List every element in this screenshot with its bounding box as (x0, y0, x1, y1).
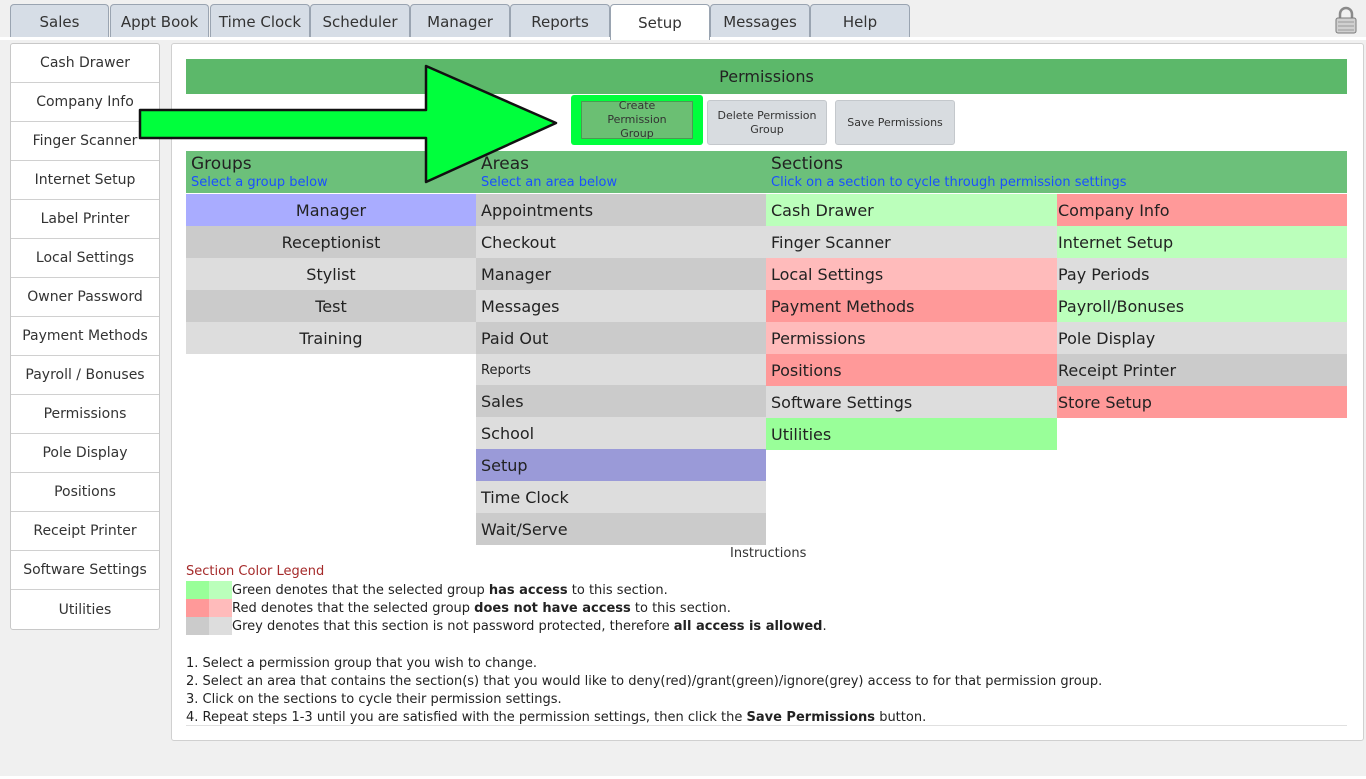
legend-red-swatch-light (209, 599, 232, 617)
sidebar-item-local-settings[interactable]: Local Settings (11, 239, 159, 278)
section-store-setup[interactable]: Store Setup (1057, 386, 1347, 418)
legend-red-text: Red denotes that the selected group does… (232, 600, 731, 616)
group-item-test[interactable]: Test (186, 290, 476, 322)
section-pay-periods[interactable]: Pay Periods (1057, 258, 1347, 290)
tab-messages[interactable]: Messages (710, 4, 810, 38)
section-payment-methods[interactable]: Payment Methods (766, 290, 1057, 322)
legend-green-swatch-light (209, 581, 232, 599)
sidebar-item-utilities[interactable]: Utilities (11, 590, 159, 629)
section-finger-scanner[interactable]: Finger Scanner (766, 226, 1057, 258)
legend-grey-row: Grey denotes that this section is not pa… (186, 617, 827, 635)
area-item-manager[interactable]: Manager (476, 258, 766, 290)
group-item-training[interactable]: Training (186, 322, 476, 354)
section-payroll-bonuses[interactable]: Payroll/Bonuses (1057, 290, 1347, 322)
sidebar-item-payment-methods[interactable]: Payment Methods (11, 317, 159, 356)
legend-grey-text: Grey denotes that this section is not pa… (232, 618, 827, 634)
divider (186, 725, 1347, 726)
top-tab-bar: Sales Appt Book Time Clock Scheduler Man… (0, 0, 1366, 40)
create-permission-group-button[interactable]: Create Permission Group (571, 95, 703, 145)
area-item-sales[interactable]: Sales (476, 385, 766, 417)
section-pole-display[interactable]: Pole Display (1057, 322, 1347, 354)
lock-icon[interactable] (1335, 6, 1357, 34)
area-item-setup[interactable]: Setup (476, 449, 766, 481)
area-item-messages[interactable]: Messages (476, 290, 766, 322)
section-local-settings[interactable]: Local Settings (766, 258, 1057, 290)
legend-green-text: Green denotes that the selected group ha… (232, 582, 668, 598)
instruction-steps: 1. Select a permission group that you wi… (186, 655, 1102, 727)
tab-setup[interactable]: Setup (610, 4, 710, 40)
tab-appt-book[interactable]: Appt Book (110, 4, 209, 38)
step-3: 3. Click on the sections to cycle their … (186, 692, 562, 707)
create-permission-group-label: Create Permission Group (581, 99, 693, 140)
legend-red-row: Red denotes that the selected group does… (186, 599, 731, 617)
area-item-reports[interactable]: Reports (476, 354, 766, 386)
section-utilities[interactable]: Utilities (766, 418, 1057, 450)
legend-grey-swatch-light (209, 617, 232, 635)
legend-title: Section Color Legend (186, 564, 325, 579)
legend-grey-swatch-dark (186, 617, 209, 635)
legend-green-row: Green denotes that the selected group ha… (186, 581, 668, 599)
section-positions[interactable]: Positions (766, 354, 1057, 386)
sidebar-item-payroll-bonuses[interactable]: Payroll / Bonuses (11, 356, 159, 395)
group-item-receptionist[interactable]: Receptionist (186, 226, 476, 258)
sections-hint: Click on a section to cycle through perm… (771, 175, 1127, 190)
sidebar-item-label-printer[interactable]: Label Printer (11, 200, 159, 239)
legend-red-swatch-dark (186, 599, 209, 617)
section-company-info[interactable]: Company Info (1057, 194, 1347, 226)
step-1: 1. Select a permission group that you wi… (186, 656, 537, 671)
tab-scheduler[interactable]: Scheduler (310, 4, 410, 38)
group-item-manager[interactable]: Manager (186, 194, 476, 226)
area-item-time-clock[interactable]: Time Clock (476, 481, 766, 513)
tab-help[interactable]: Help (810, 4, 910, 38)
delete-permission-group-button[interactable]: Delete Permission Group (707, 100, 827, 145)
instructions-title: Instructions (730, 546, 807, 561)
area-item-checkout[interactable]: Checkout (476, 226, 766, 258)
sidebar-item-receipt-printer[interactable]: Receipt Printer (11, 512, 159, 551)
section-cash-drawer[interactable]: Cash Drawer (766, 194, 1057, 226)
tab-manager[interactable]: Manager (410, 4, 510, 38)
save-permissions-button[interactable]: Save Permissions (835, 100, 955, 145)
section-internet-setup[interactable]: Internet Setup (1057, 226, 1347, 258)
section-software-settings[interactable]: Software Settings (766, 386, 1057, 418)
sidebar-item-owner-password[interactable]: Owner Password (11, 278, 159, 317)
tab-time-clock[interactable]: Time Clock (210, 4, 310, 38)
sidebar-item-permissions[interactable]: Permissions (11, 395, 159, 434)
sidebar-item-software-settings[interactable]: Software Settings (11, 551, 159, 590)
group-item-stylist[interactable]: Stylist (186, 258, 476, 290)
area-item-school[interactable]: School (476, 417, 766, 449)
section-permissions[interactable]: Permissions (766, 322, 1057, 354)
tab-reports[interactable]: Reports (510, 4, 610, 38)
area-item-wait-serve[interactable]: Wait/Serve (476, 513, 766, 545)
area-item-appointments[interactable]: Appointments (476, 194, 766, 226)
legend-green-swatch-dark (186, 581, 209, 599)
step-2: 2. Select an area that contains the sect… (186, 674, 1103, 689)
sections-title: Sections (771, 154, 844, 174)
sidebar-item-positions[interactable]: Positions (11, 473, 159, 512)
sidebar-item-pole-display[interactable]: Pole Display (11, 434, 159, 473)
sections-header: Sections Click on a section to cycle thr… (766, 151, 1347, 193)
green-arrow-icon (138, 64, 558, 184)
tab-sales[interactable]: Sales (10, 4, 109, 38)
section-receipt-printer[interactable]: Receipt Printer (1057, 354, 1347, 386)
area-item-paid-out[interactable]: Paid Out (476, 322, 766, 354)
